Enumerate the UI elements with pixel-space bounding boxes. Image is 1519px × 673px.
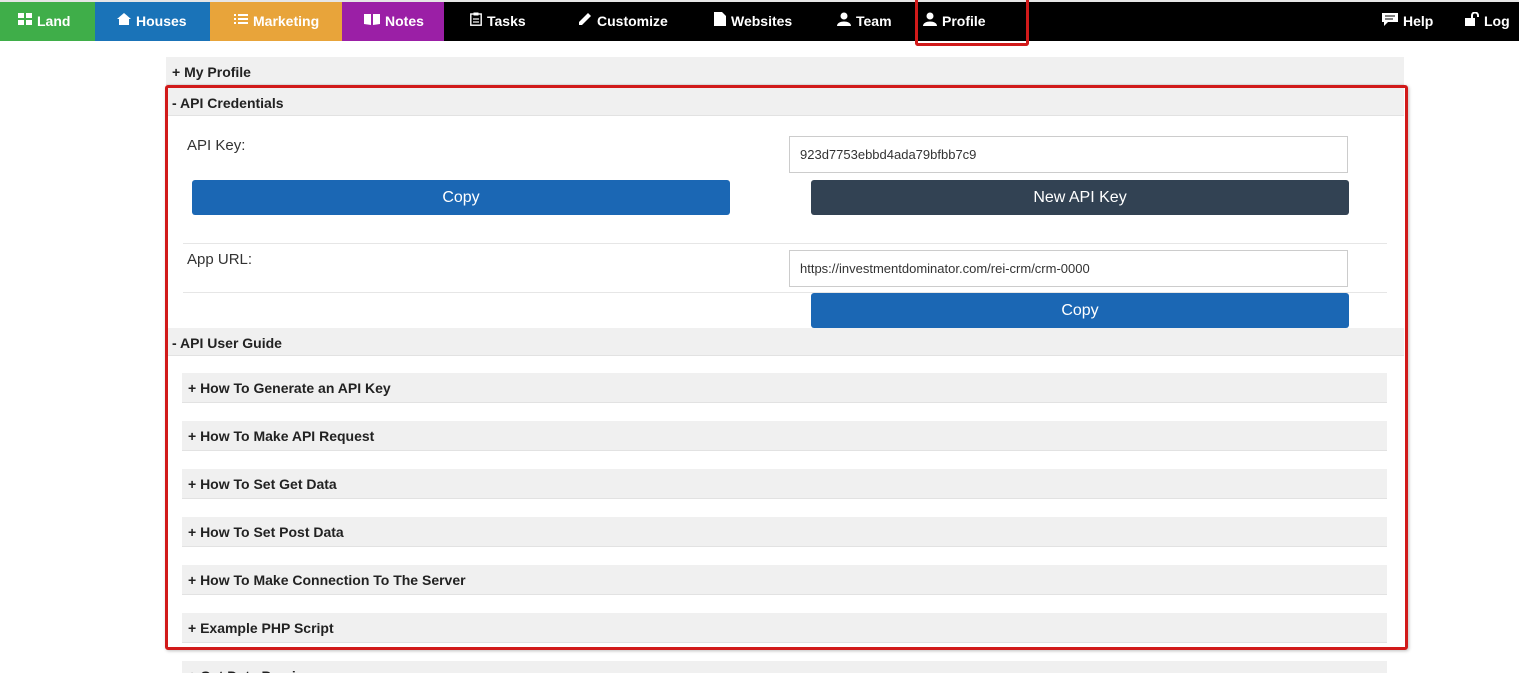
nav-land[interactable]: Land [0,0,95,41]
nav-websites-label: Websites [731,12,793,29]
copy-api-key-button[interactable]: Copy [192,180,730,215]
list-icon [234,13,248,28]
nav-team-label: Team [856,12,892,29]
nav-websites[interactable]: Websites [688,0,813,41]
divider [183,243,1387,244]
nav-customize-label: Customize [597,12,668,29]
profile-highlight-box [915,0,1029,46]
section-api-user-guide[interactable]: - API User Guide [166,328,1404,356]
grid-icon [18,13,32,28]
nav-notes[interactable]: Notes [342,0,444,41]
nav-marketing-label: Marketing [253,12,320,29]
new-api-key-button[interactable]: New API Key [811,180,1349,215]
app-url-input[interactable] [789,250,1348,287]
unlock-icon [1465,11,1479,29]
nav-notes-label: Notes [385,12,424,29]
chat-icon [1382,12,1398,29]
nav-tasks-label: Tasks [487,12,526,29]
nav-land-label: Land [37,12,71,29]
nav-tasks[interactable]: Tasks [444,0,548,41]
pencil-icon [578,12,592,29]
guide-item-generate-api-key[interactable]: + How To Generate an API Key [182,373,1387,403]
book-icon [364,13,380,28]
section-my-profile[interactable]: + My Profile [166,57,1404,85]
guide-item-set-post-data[interactable]: + How To Set Post Data [182,517,1387,547]
nav-logout[interactable]: Log [1453,0,1519,41]
nav-team[interactable]: Team [813,0,898,41]
user-icon [837,12,851,29]
nav-logout-label: Log [1484,12,1510,29]
guide-item-get-data-preview[interactable]: + Get Data Preview [182,661,1387,673]
guide-item-set-get-data[interactable]: + How To Set Get Data [182,469,1387,499]
app-url-label: App URL: [187,251,253,268]
api-key-input[interactable] [789,136,1348,173]
top-strip [0,0,1519,2]
copy-app-url-button[interactable]: Copy [811,293,1349,328]
clipboard-icon [470,12,482,29]
guide-item-connection-to-server[interactable]: + How To Make Connection To The Server [182,565,1387,595]
guide-item-make-api-request[interactable]: + How To Make API Request [182,421,1387,451]
nav-marketing[interactable]: Marketing [210,0,342,41]
top-nav: Land Houses Marketing Notes Tasks Custom… [0,0,1519,41]
house-icon [117,13,131,28]
nav-help-label: Help [1403,12,1434,29]
nav-customize[interactable]: Customize [548,0,688,41]
file-icon [714,12,726,29]
guide-item-example-php-script[interactable]: + Example PHP Script [182,613,1387,643]
section-api-credentials[interactable]: - API Credentials [166,88,1404,116]
nav-houses-label: Houses [136,12,187,29]
nav-houses[interactable]: Houses [95,0,210,41]
api-key-label: API Key: [187,137,246,154]
nav-help[interactable]: Help [1368,0,1453,41]
